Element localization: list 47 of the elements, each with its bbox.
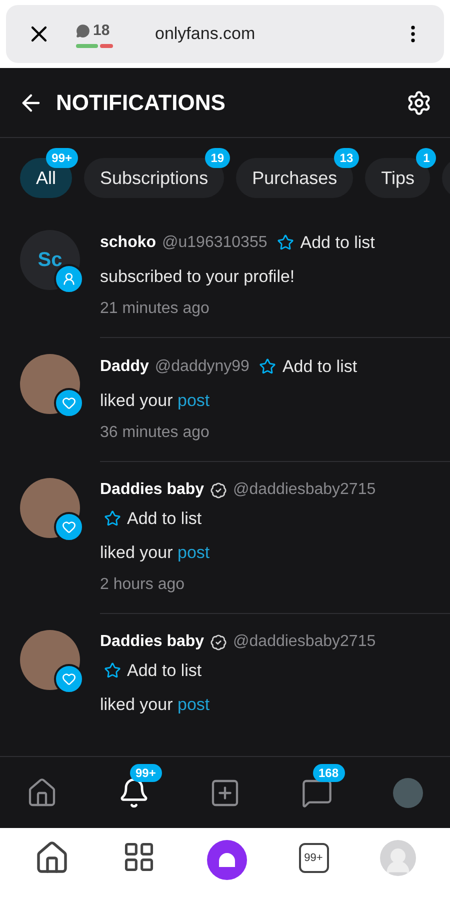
comment-count: 18 [93,20,110,41]
post-link[interactable]: post [178,390,210,410]
user-name[interactable]: Daddy [100,354,149,379]
count-badge: 99+ [46,148,78,168]
url-text[interactable]: onlyfans.com [155,21,378,47]
heart-icon [62,396,76,410]
user-handle[interactable]: @daddiesbaby2715 [233,478,376,502]
post-link[interactable]: post [178,542,210,562]
notification-text: liked your post [100,694,211,716]
user-name[interactable]: Daddies baby [100,478,204,502]
star-icon [104,510,121,528]
timestamp: 36 minutes ago [100,423,210,443]
tabs-button[interactable]: 99+ [298,843,328,873]
count-badge: 13 [334,148,360,168]
chat-icon [76,24,90,38]
star-icon [104,662,121,680]
add-to-list-button[interactable]: Add to list [104,658,202,684]
notification-text: liked your post [100,542,211,564]
timestamp: 21 minutes ago [100,299,210,319]
notification-text: liked your post [100,390,211,412]
home-icon[interactable] [26,776,58,808]
user-handle[interactable]: @u196310355 [162,230,268,255]
add-to-list-button[interactable]: Add to list [277,230,375,256]
star-icon [277,234,294,252]
user-name[interactable]: schoko [100,230,156,255]
user-handle[interactable]: @daddyny99 [154,354,250,379]
add-to-list-button[interactable]: Add to list [104,506,202,532]
user-name[interactable]: Daddies baby [100,630,204,654]
settings-icon[interactable] [406,90,432,116]
heart-icon [62,672,76,686]
page-title: NOTIFICATIONS [56,89,226,117]
count-badge: 19 [204,148,230,168]
star-icon [259,358,276,376]
user-icon [62,272,76,286]
timestamp: 2 hours ago [100,575,186,595]
add-to-list-button[interactable]: Add to list [259,354,358,380]
home-icon[interactable] [34,840,70,876]
post-link[interactable]: post [178,694,210,714]
profile-photo-placeholder[interactable] [393,778,423,808]
user-handle[interactable]: @daddiesbaby2715 [233,630,376,654]
heart-icon [62,520,76,534]
notification-text: subscribed to your profile! [100,266,296,288]
count-badge: 168 [312,764,345,782]
count-badge: 1 [416,148,436,168]
assistant-icon[interactable] [207,840,247,880]
rating-bar-drawing [76,44,113,48]
count-badge: 99+ [130,764,162,782]
